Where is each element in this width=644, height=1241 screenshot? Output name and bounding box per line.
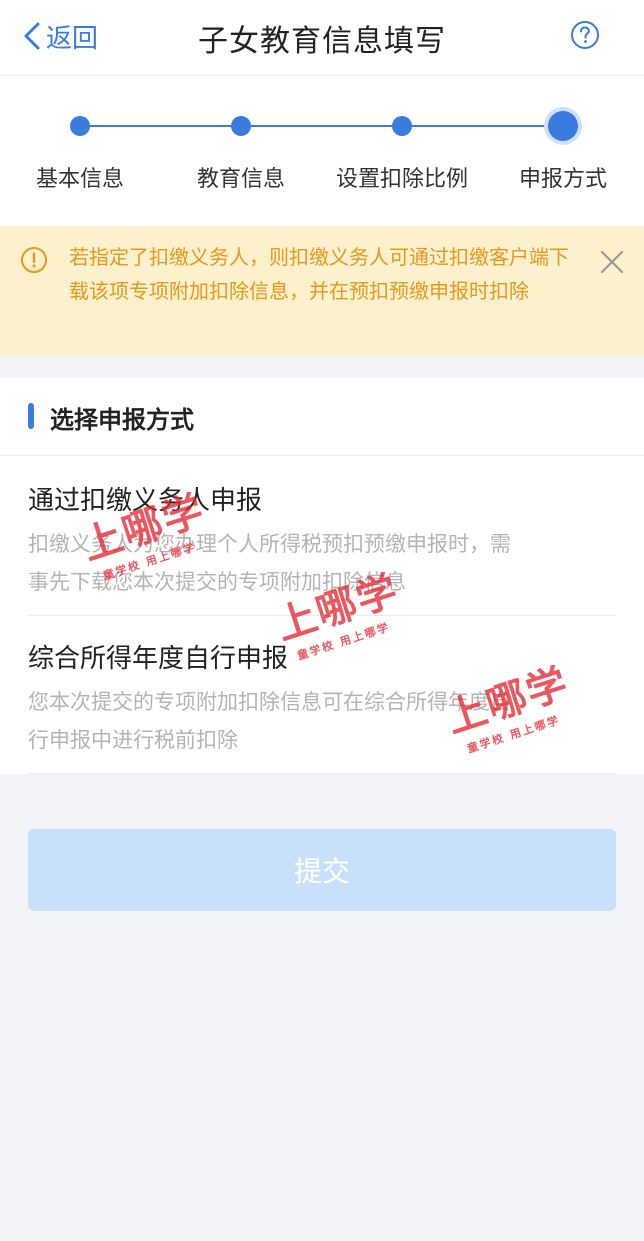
section-title: 选择申报方式 [50,406,194,434]
step-dot-3 [392,116,412,136]
section-accent-bar [28,403,34,429]
step-label-4: 申报方式 [518,167,607,192]
option-title: 通过扣缴义务人申报 [28,486,263,516]
option-withholding-agent[interactable]: 通过扣缴义务人申报 扣缴义务人为您办理个人所得税预扣预缴申报时，需事先下载您本次… [28,480,616,616]
step-dot-2 [231,116,251,136]
help-icon[interactable] [570,20,600,50]
notice-text: 若指定了扣缴义务人，则扣缴义务人可通过扣缴客户端下载该项专项附加扣除信息，并在预… [69,245,569,303]
step-label-2: 教育信息 [196,167,285,192]
notice-banner: 若指定了扣缴义务人，则扣缴义务人可通过扣缴客户端下载该项专项附加扣除信息，并在预… [0,226,644,356]
option-description: 扣缴义务人为您办理个人所得税预扣预缴申报时，需事先下载您本次提交的专项附加扣除信… [28,532,511,594]
submit-button[interactable]: 提交 [28,829,616,911]
progress-stepper: 基本信息 教育信息 设置扣除比例 申报方式 [0,76,644,226]
page: 返回 子女教育信息填写 基本信息 教育信息 设置扣除比例 申报方式 若指定了扣缴… [0,0,644,1241]
nav-bar: 返回 子女教育信息填写 [0,0,644,76]
warning-circle-icon [21,247,47,273]
close-icon[interactable] [598,248,626,276]
step-dot-4-active [548,111,578,141]
step-label-1: 基本信息 [35,167,124,192]
page-title: 子女教育信息填写 [198,24,446,59]
step-label-3: 设置扣除比例 [335,167,468,192]
section-header: 选择申报方式 [0,378,644,456]
option-description: 您本次提交的专项附加扣除信息可在综合所得年度自行申报中进行税前扣除 [28,690,511,752]
filing-method-section: 选择申报方式 通过扣缴义务人申报 扣缴义务人为您办理个人所得税预扣预缴申报时，需… [0,378,644,774]
option-title: 综合所得年度自行申报 [28,644,289,674]
step-dot-1 [70,116,90,136]
stepper-line [80,125,563,127]
option-annual-self-filing[interactable]: 综合所得年度自行申报 您本次提交的专项附加扣除信息可在综合所得年度自行申报中进行… [28,638,616,774]
